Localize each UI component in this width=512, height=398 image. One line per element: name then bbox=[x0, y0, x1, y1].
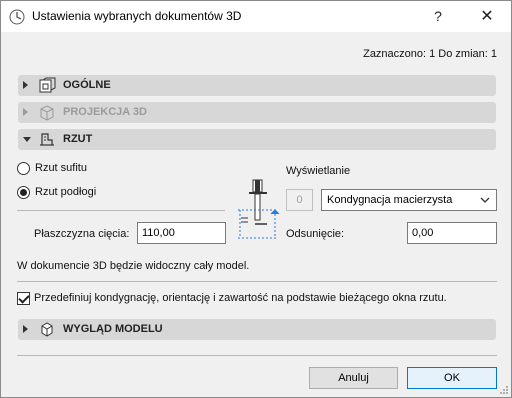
help-button[interactable]: ? bbox=[425, 4, 451, 29]
dialog-window: Ustawienia wybranych dokumentów 3D ? ✕ Z… bbox=[0, 0, 512, 398]
section-model-view-label: WYGLĄD MODELU bbox=[63, 323, 163, 335]
divider bbox=[17, 281, 497, 282]
document-3d-icon bbox=[39, 77, 56, 93]
box-3d-icon bbox=[40, 105, 54, 121]
section-plan-header[interactable]: RZUT bbox=[18, 129, 496, 150]
window-title: Ustawienia wybranych dokumentów 3D bbox=[32, 9, 242, 23]
ceiling-plan-radio[interactable] bbox=[17, 162, 30, 175]
divider bbox=[17, 210, 225, 211]
collapse-arrow-icon bbox=[23, 137, 31, 142]
cut-plane-label: Płaszczyzna cięcia: bbox=[34, 228, 130, 240]
expand-arrow-icon bbox=[23, 108, 28, 116]
section-projection-label: PROJEKCJA 3D bbox=[63, 106, 147, 118]
section-general-header[interactable]: OGÓLNE bbox=[18, 75, 496, 96]
offset-input[interactable]: 0,00 bbox=[407, 222, 497, 244]
display-label: Wyświetlanie bbox=[286, 165, 351, 177]
floor-plan-icon bbox=[40, 133, 54, 146]
cancel-button[interactable]: Anuluj bbox=[309, 367, 398, 389]
display-number-input: 0 bbox=[286, 189, 313, 211]
chevron-down-icon bbox=[480, 197, 490, 203]
selection-count: Zaznaczono: 1 Do zmian: 1 bbox=[363, 48, 497, 60]
ceiling-plan-label[interactable]: Rzut sufitu bbox=[35, 162, 87, 174]
section-model-view-header[interactable]: WYGLĄD MODELU bbox=[18, 319, 496, 340]
model-visibility-info: W dokumencie 3D będzie widoczny cały mod… bbox=[17, 260, 250, 272]
section-general-label: OGÓLNE bbox=[63, 79, 111, 91]
redefine-checkbox-label[interactable]: Przedefiniuj kondygnację, orientację i z… bbox=[34, 292, 447, 304]
section-projection-header: PROJEKCJA 3D bbox=[18, 102, 496, 123]
redefine-checkbox[interactable] bbox=[17, 292, 30, 305]
divider bbox=[17, 355, 497, 356]
expand-arrow-icon bbox=[23, 81, 28, 89]
display-story-dropdown[interactable]: Kondygnacja macierzysta bbox=[321, 189, 497, 211]
title-bar[interactable]: Ustawienia wybranych dokumentów 3D ? ✕ bbox=[1, 1, 511, 32]
ok-button[interactable]: OK bbox=[407, 367, 497, 389]
offset-label: Odsunięcie: bbox=[286, 228, 345, 240]
floor-plan-radio[interactable] bbox=[17, 186, 30, 199]
resize-grip-icon[interactable] bbox=[499, 385, 509, 395]
floor-plan-label[interactable]: Rzut podłogi bbox=[35, 186, 96, 198]
close-button[interactable]: ✕ bbox=[471, 4, 503, 29]
display-story-value: Kondygnacja macierzysta bbox=[327, 194, 453, 206]
expand-arrow-icon bbox=[23, 325, 28, 333]
cut-plane-input[interactable]: 110,00 bbox=[137, 222, 226, 244]
settings-app-icon bbox=[9, 9, 25, 25]
section-plan-label: RZUT bbox=[63, 133, 93, 145]
cube-icon bbox=[41, 322, 53, 337]
cut-plane-diagram-icon bbox=[238, 179, 280, 239]
